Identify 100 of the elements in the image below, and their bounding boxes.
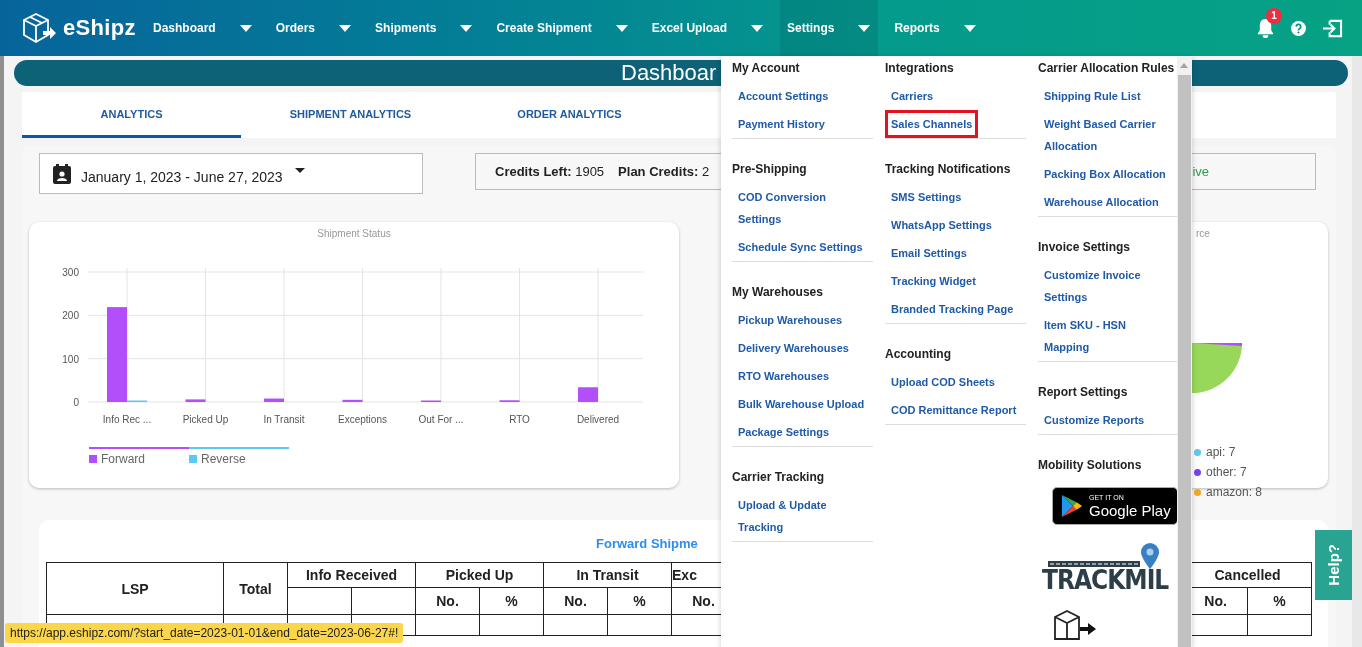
credit-stat: Credits Left: 1905 — [495, 164, 605, 179]
help-icon[interactable] — [1291, 20, 1306, 36]
y-axis-label: 300 — [62, 267, 79, 278]
menu-link[interactable]: SMS Settings — [885, 183, 962, 211]
y-axis-label: 0 — [73, 397, 79, 408]
column-header: Total — [223, 562, 288, 615]
caret-icon — [294, 168, 305, 173]
scrollbar[interactable] — [1352, 56, 1362, 647]
menu-link[interactable]: Weight Based Carrier Allocation — [1038, 110, 1172, 160]
credit-stat: Plan Credits: 2 — [618, 164, 710, 179]
status-text: ive — [1192, 164, 1209, 179]
caret-icon — [460, 24, 473, 32]
menu-section-heading: Carrier Tracking — [732, 469, 826, 485]
y-axis-label: 100 — [62, 353, 79, 365]
page-title: Dashboar — [621, 60, 717, 86]
column-header: Info Received — [287, 562, 416, 588]
menu-link[interactable]: RTO Warehouses — [732, 362, 830, 390]
tab[interactable]: ANALYTICS — [22, 92, 241, 138]
bar — [185, 399, 206, 402]
menu-link[interactable]: WhatsApp Settings — [885, 211, 992, 239]
column-header: % — [607, 587, 672, 615]
menu-link[interactable]: Upload & Update Tracking — [732, 491, 866, 541]
bar — [342, 399, 363, 402]
nav-menu-item[interactable]: Shipments — [368, 0, 481, 56]
x-axis-label: Info Rec ... — [102, 414, 152, 425]
menu-link[interactable]: Payment History — [732, 110, 825, 138]
caret-icon — [858, 24, 871, 32]
x-axis-label: RTO — [509, 414, 530, 425]
tab[interactable]: SHIPMENT ANALYTICS — [241, 92, 460, 138]
nav-menu-item[interactable]: Orders — [268, 0, 360, 56]
column-header: No. — [543, 587, 608, 615]
column-header: In Transit — [543, 562, 672, 588]
chart-title: rce — [1196, 228, 1211, 239]
box-logo-icon — [21, 11, 57, 45]
menu-section-heading: Carrier Allocation Rules — [1038, 60, 1176, 76]
menu-section-heading: Mobility Solutions — [1038, 457, 1143, 473]
pie-chart-drawing — [1192, 343, 1244, 395]
x-axis-label: Picked Up — [182, 414, 229, 425]
column-header: Picked Up — [415, 562, 544, 588]
menu-link[interactable]: Carriers — [885, 82, 934, 110]
menu-section-heading: Invoice Settings — [1038, 239, 1132, 255]
menu-link[interactable]: Warehouse Allocation — [1038, 188, 1159, 216]
menu-link[interactable]: Package Settings — [732, 418, 830, 446]
column-header: No. — [415, 587, 480, 615]
menu-link[interactable]: COD Conversion Settings — [732, 183, 866, 233]
bar — [578, 387, 598, 402]
menu-link[interactable]: Bulk Warehouse Upload — [732, 390, 865, 418]
scroll-up-arrow-icon[interactable] — [1180, 63, 1188, 68]
menu-link[interactable]: Pickup Warehouses — [732, 306, 843, 334]
nav-menu-item[interactable]: Dashboard — [146, 0, 260, 56]
menu-link[interactable]: Branded Tracking Page — [885, 295, 1014, 323]
menu-link[interactable]: Customize Reports — [1038, 406, 1145, 434]
tab[interactable]: ORDER ANALYTICS — [460, 92, 679, 138]
menu-link[interactable]: COD Remittance Report — [885, 396, 1017, 424]
menu-link[interactable]: Email Settings — [885, 239, 967, 267]
menu-link[interactable]: Schedule Sync Settings — [732, 233, 863, 261]
badge-title: Google Play — [1089, 501, 1171, 519]
menu-section-heading: Integrations — [885, 60, 955, 76]
x-axis-label: In Transit — [263, 414, 305, 425]
nav-menu-item[interactable]: Excel Upload — [644, 0, 772, 56]
logout-icon[interactable] — [1322, 18, 1343, 38]
menu-section-heading: My Warehouses — [732, 284, 824, 300]
x-axis-label: Out For ... — [418, 414, 464, 425]
play-triangle-icon — [1061, 494, 1083, 518]
legend-label: amazon: 8 — [1206, 485, 1263, 499]
menu-section-heading: Report Settings — [1038, 384, 1129, 400]
bell-icon[interactable] — [1256, 17, 1275, 39]
nav-menu-item[interactable]: Settings — [780, 0, 879, 56]
caret-icon — [239, 24, 252, 32]
menu-link[interactable]: Item SKU - HSN Mapping — [1038, 311, 1172, 361]
menu-link[interactable]: Shipping Rule List — [1038, 82, 1141, 110]
chart-title: Shipment Status — [316, 228, 392, 241]
menu-link[interactable]: Delivery Warehouses — [732, 334, 849, 362]
scrollbar[interactable] — [1177, 56, 1192, 647]
legend-label: api: 7 — [1206, 445, 1236, 459]
menu-link[interactable]: Customize Invoice Settings — [1038, 261, 1172, 311]
menu-link[interactable]: Packing Box Allocation — [1038, 160, 1166, 188]
menu-section-heading: Accounting — [885, 346, 952, 362]
brand-name: eShipz — [63, 15, 136, 41]
y-axis-label: 200 — [62, 310, 79, 322]
x-axis-label: Delivered — [576, 414, 620, 425]
bar — [264, 398, 284, 402]
menu-section-heading: Tracking Notifications — [885, 161, 1012, 177]
menu-section-heading: Pre-Shipping — [732, 161, 808, 177]
date-range-picker[interactable]: January 1, 2023 - June 27, 2023 — [39, 153, 423, 194]
calendar-icon — [53, 163, 71, 184]
menu-link[interactable]: Sales Channels — [885, 110, 979, 138]
x-axis-label: Exceptions — [338, 414, 387, 425]
nav-menu-item[interactable]: Create Shipment — [489, 0, 636, 56]
column-header: LSP — [46, 562, 224, 615]
app-logo-text: TRACKMIL — [1042, 564, 1169, 597]
menu-link[interactable]: Upload COD Sheets — [885, 368, 995, 396]
nav-menu-item[interactable]: Reports — [887, 0, 984, 56]
legend-label[interactable]: Reverse — [201, 452, 246, 466]
table-title: Forward Shipme — [595, 536, 699, 553]
caret-icon — [339, 24, 352, 32]
menu-link[interactable]: Tracking Widget — [885, 267, 976, 295]
column-header: % — [1247, 587, 1312, 615]
legend-label[interactable]: Forward — [101, 452, 145, 466]
menu-link[interactable]: Account Settings — [732, 82, 829, 110]
